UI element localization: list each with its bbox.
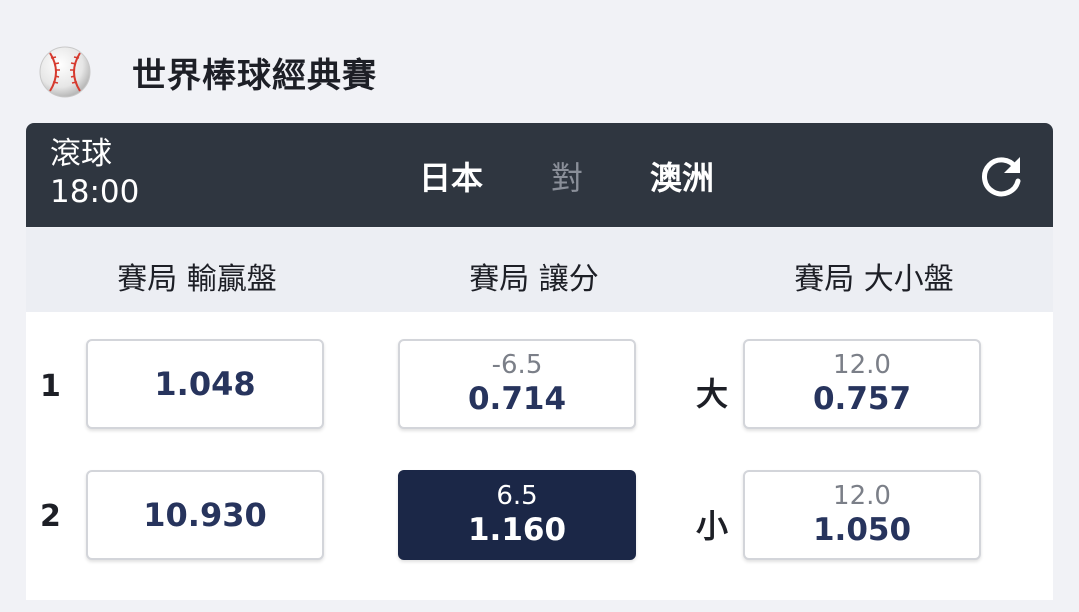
odds-panel: 1 1.048 -6.5 0.714 大 12.0 0.757 2 10.930… [26,312,1053,600]
competition-title: 世界棒球經典賽 [132,55,377,96]
handicap-odds-1[interactable]: -6.5 0.714 [398,339,636,429]
over-label: 大 [696,375,729,413]
handicap-line: -6.5 [491,350,543,380]
total-line: 12.0 [833,481,891,511]
handicap-odds-2-selected[interactable]: 6.5 1.160 [398,470,636,560]
row-label-2: 2 [40,499,61,534]
total-header: 賽局 大小盤 [794,262,954,297]
odds-price: 1.050 [812,512,912,548]
match-header-bar: 滾球 18:00 日本 對 澳洲 [26,123,1053,227]
under-label: 小 [696,507,729,545]
total-line: 12.0 [833,350,891,380]
match-time: 18:00 [50,174,140,210]
home-team: 日本 [419,159,484,197]
moneyline-header: 賽局 輸贏盤 [117,262,277,297]
row-label-1: 1 [40,369,61,404]
live-label: 滾球 [50,136,112,172]
handicap-line: 6.5 [496,481,538,511]
refresh-icon[interactable] [976,151,1026,201]
page: 世界棒球經典賽 滾球 18:00 日本 對 澳洲 賽局 輸贏盤 賽局 讓分 賽局… [0,0,1079,612]
total-odds-under[interactable]: 12.0 1.050 [743,470,981,560]
baseball-icon [39,46,91,98]
odds-price: 0.714 [467,381,567,417]
moneyline-odds-2[interactable]: 10.930 [86,470,324,560]
away-team: 澳洲 [650,159,715,197]
versus-label: 對 [551,159,584,197]
odds-price: 0.757 [812,381,912,417]
odds-price: 1.160 [467,512,567,548]
odds-price: 1.048 [154,365,256,403]
moneyline-odds-1[interactable]: 1.048 [86,339,324,429]
odds-price: 10.930 [143,496,267,534]
total-odds-over[interactable]: 12.0 0.757 [743,339,981,429]
market-headers: 賽局 輸贏盤 賽局 讓分 賽局 大小盤 [26,228,1053,312]
competition-header: 世界棒球經典賽 [38,42,377,102]
handicap-header: 賽局 讓分 [469,262,599,297]
match-status: 滾球 18:00 [50,135,139,211]
